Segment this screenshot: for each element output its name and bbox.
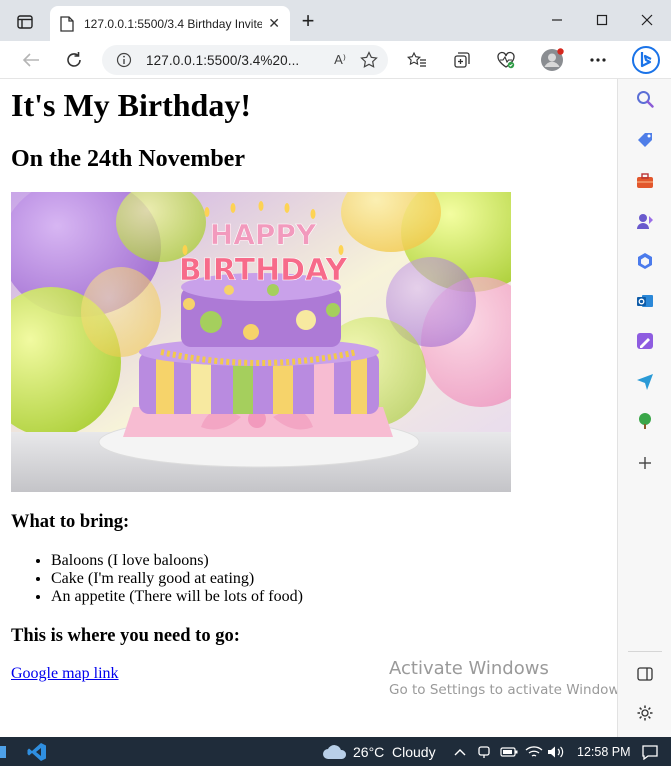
tools-briefcase-icon[interactable]: [634, 170, 656, 192]
page-icon: [60, 15, 74, 32]
clock[interactable]: 12:58 PM: [577, 737, 631, 766]
address-bar[interactable]: 127.0.0.1:5500/3.4%20... A⁾: [102, 45, 388, 75]
list-item: An appetite (There will be lots of food): [51, 588, 303, 606]
edge-sidebar: [617, 79, 671, 737]
favorite-star-icon[interactable]: [360, 51, 378, 69]
tree-icon[interactable]: [634, 410, 656, 432]
new-tab-button[interactable]: +: [296, 10, 320, 34]
cake-candle-happy: HAPPY: [210, 218, 317, 251]
sidebar-divider: [628, 651, 662, 652]
chevron-up-icon[interactable]: [454, 737, 466, 766]
tab-close-button[interactable]: ✕: [268, 15, 280, 32]
wifi-icon[interactable]: [525, 737, 543, 766]
outlook-icon[interactable]: [634, 290, 656, 312]
settings-gear-icon[interactable]: [634, 702, 656, 724]
vscode-icon[interactable]: [27, 737, 47, 766]
minimize-button[interactable]: [543, 8, 571, 32]
hide-sidebar-icon[interactable]: [634, 663, 656, 685]
more-options-icon[interactable]: [586, 49, 610, 71]
refresh-button[interactable]: [61, 48, 87, 72]
microsoft-365-icon[interactable]: [634, 250, 656, 272]
tab-actions-icon[interactable]: [12, 10, 38, 34]
shopping-tag-icon[interactable]: [634, 129, 656, 151]
cake-candle-birthday: BIRTHDAY: [179, 253, 349, 288]
list-item: Cake (I'm really good at eating): [51, 570, 303, 588]
add-sidebar-app-icon[interactable]: [634, 452, 656, 474]
profile-avatar[interactable]: [540, 48, 564, 71]
party-date: On the 24th November: [11, 146, 245, 172]
page-title: It's My Birthday!: [11, 87, 251, 123]
volume-icon[interactable]: [547, 737, 565, 766]
birthday-cake-image: HAPPY BIRTHDAY: [11, 192, 511, 492]
url-text[interactable]: 127.0.0.1:5500/3.4%20...: [146, 53, 326, 68]
games-icon[interactable]: [634, 210, 656, 232]
notifications-icon[interactable]: [642, 737, 658, 766]
browser-essentials-icon[interactable]: [494, 49, 518, 71]
webpage-content: It's My Birthday! On the 24th November H…: [0, 79, 617, 737]
browser-tab[interactable]: 127.0.0.1:5500/3.4 Birthday Invite ✕: [50, 6, 290, 41]
windows-taskbar: 26°C Cloudy 12:58 PM: [0, 737, 671, 766]
bring-list: Baloons (I love baloons) Cake (I'm reall…: [51, 552, 303, 606]
back-button[interactable]: [18, 48, 44, 72]
battery-icon[interactable]: [500, 737, 518, 766]
what-to-bring-heading: What to bring:: [11, 512, 130, 532]
search-icon[interactable]: [634, 88, 656, 110]
maximize-button[interactable]: [588, 8, 616, 32]
weather-cloud-icon[interactable]: [322, 737, 348, 766]
weather-temperature[interactable]: 26°C: [353, 737, 384, 766]
read-aloud-icon[interactable]: A⁾: [334, 52, 346, 68]
favorites-icon[interactable]: [405, 49, 429, 71]
send-icon[interactable]: [634, 370, 656, 392]
google-map-link[interactable]: Google map link: [11, 665, 119, 683]
designer-icon[interactable]: [634, 330, 656, 352]
webcam-icon[interactable]: [477, 737, 491, 766]
info-icon[interactable]: [116, 52, 132, 68]
browser-titlebar: 127.0.0.1:5500/3.4 Birthday Invite ✕ +: [0, 0, 671, 41]
bing-copilot-icon[interactable]: [630, 45, 662, 75]
where-to-go-heading: This is where you need to go:: [11, 626, 240, 646]
tab-title: 127.0.0.1:5500/3.4 Birthday Invite: [84, 16, 263, 31]
list-item: Baloons (I love baloons): [51, 552, 303, 570]
collections-icon[interactable]: [450, 49, 474, 71]
taskbar-app-edge-fragment[interactable]: [0, 737, 8, 766]
browser-toolbar: 127.0.0.1:5500/3.4%20... A⁾: [0, 41, 671, 79]
close-window-button[interactable]: [633, 8, 661, 32]
weather-condition[interactable]: Cloudy: [392, 737, 436, 766]
